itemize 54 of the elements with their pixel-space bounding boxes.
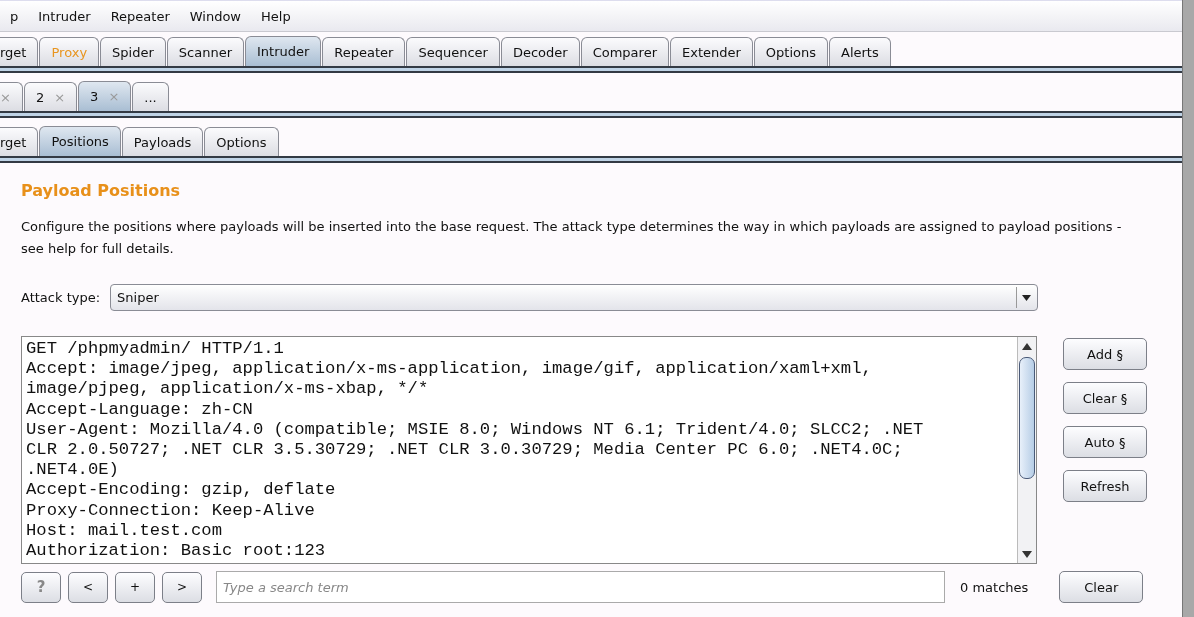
clear-button[interactable]: Clear — [1059, 571, 1144, 603]
scrollbar[interactable] — [1017, 337, 1036, 563]
scroll-up-icon[interactable] — [1022, 342, 1032, 350]
tab[interactable]: Sequencer — [406, 37, 500, 66]
previous-button[interactable]: < — [68, 571, 108, 603]
menu-item[interactable]: p — [0, 8, 29, 24]
tab[interactable]: Options — [204, 127, 279, 156]
add-button[interactable]: + — [115, 571, 155, 603]
tab[interactable]: Repeater — [322, 37, 406, 66]
tab[interactable]: Comparer — [580, 37, 669, 66]
request-line: Proxy-Connection: Keep-Alive — [26, 500, 316, 521]
tab[interactable]: Payloads — [121, 127, 204, 156]
dropdown-arrow-icon — [1021, 294, 1031, 301]
tab[interactable]: Spider — [100, 37, 166, 66]
menu-item[interactable]: Repeater — [100, 8, 180, 24]
attack-type-label: Attack type: — [21, 290, 101, 305]
tab[interactable]: rget — [0, 127, 39, 156]
action-button[interactable]: Clear § — [1063, 382, 1147, 414]
tab[interactable]: Decoder — [500, 37, 580, 66]
tab[interactable]: Scanner — [166, 37, 244, 66]
match-count: 0 matches — [960, 579, 1029, 595]
menu-item[interactable]: Window — [179, 8, 251, 24]
action-button[interactable]: Add § — [1063, 338, 1147, 370]
tab[interactable]: ... — [132, 82, 169, 111]
tab[interactable]: Positions — [39, 126, 121, 156]
section-title: Payload Positions — [21, 181, 182, 200]
attack-type-dropdown[interactable]: Sniper — [110, 284, 1038, 311]
scrollbar-thumb[interactable] — [1019, 357, 1035, 479]
request-line: image/pjpeg, application/x-ms-xbap, */* — [26, 379, 430, 400]
request-line: Host: mail.test.com — [26, 520, 223, 542]
menu-item[interactable]: Help — [251, 8, 301, 24]
action-button[interactable]: Refresh — [1063, 470, 1147, 502]
request-line: User-Agent: Mozilla/4.0 (compatible; MSIE 8.0; Windows NT 6.1; Trident/4.0; SLCC2; .NET — [26, 419, 925, 440]
request-line: Authorization: Basic root:123 — [26, 541, 327, 562]
tab[interactable]: rget — [0, 37, 39, 66]
tab[interactable]: Alerts — [829, 37, 891, 66]
search-field[interactable]: Type a search term — [216, 571, 945, 603]
scroll-down-icon[interactable] — [1022, 550, 1032, 558]
menu-item[interactable]: Intruder — [28, 8, 101, 24]
request-line: .NET4.0E) — [26, 460, 120, 481]
request-line: Accept-Encoding: gzip, deflate — [26, 480, 337, 501]
request-editor[interactable] — [21, 336, 1037, 564]
request-line: Accept: image/jpeg, application/x-ms-application, image/gif, application/xaml+xml, — [26, 359, 873, 380]
request-line: GET /phpmyadmin/ HTTP/1.1 — [26, 339, 285, 360]
request-line: Accept-Language: zh-CN — [26, 399, 254, 420]
action-button[interactable]: Auto § — [1063, 426, 1147, 458]
request-line: CLR 2.0.50727; .NET CLR 3.5.30729; .NET CLR 3.0.30729; Media Center PC 6.0; .NET4.0C; — [26, 440, 904, 461]
tab[interactable]: Options — [753, 37, 828, 66]
tab[interactable]: Extender — [670, 37, 753, 66]
next-button[interactable]: > — [162, 571, 202, 603]
tab[interactable]: 2 × — [23, 82, 78, 111]
tab[interactable]: 3 × — [78, 81, 132, 111]
tab[interactable]: Intruder — [245, 36, 322, 66]
description-text: Configure the positions where payloads will be inserted into the base request. The attack type determines the way in which payloads are assigned to payload positions - see help for full details. — [21, 218, 1123, 258]
